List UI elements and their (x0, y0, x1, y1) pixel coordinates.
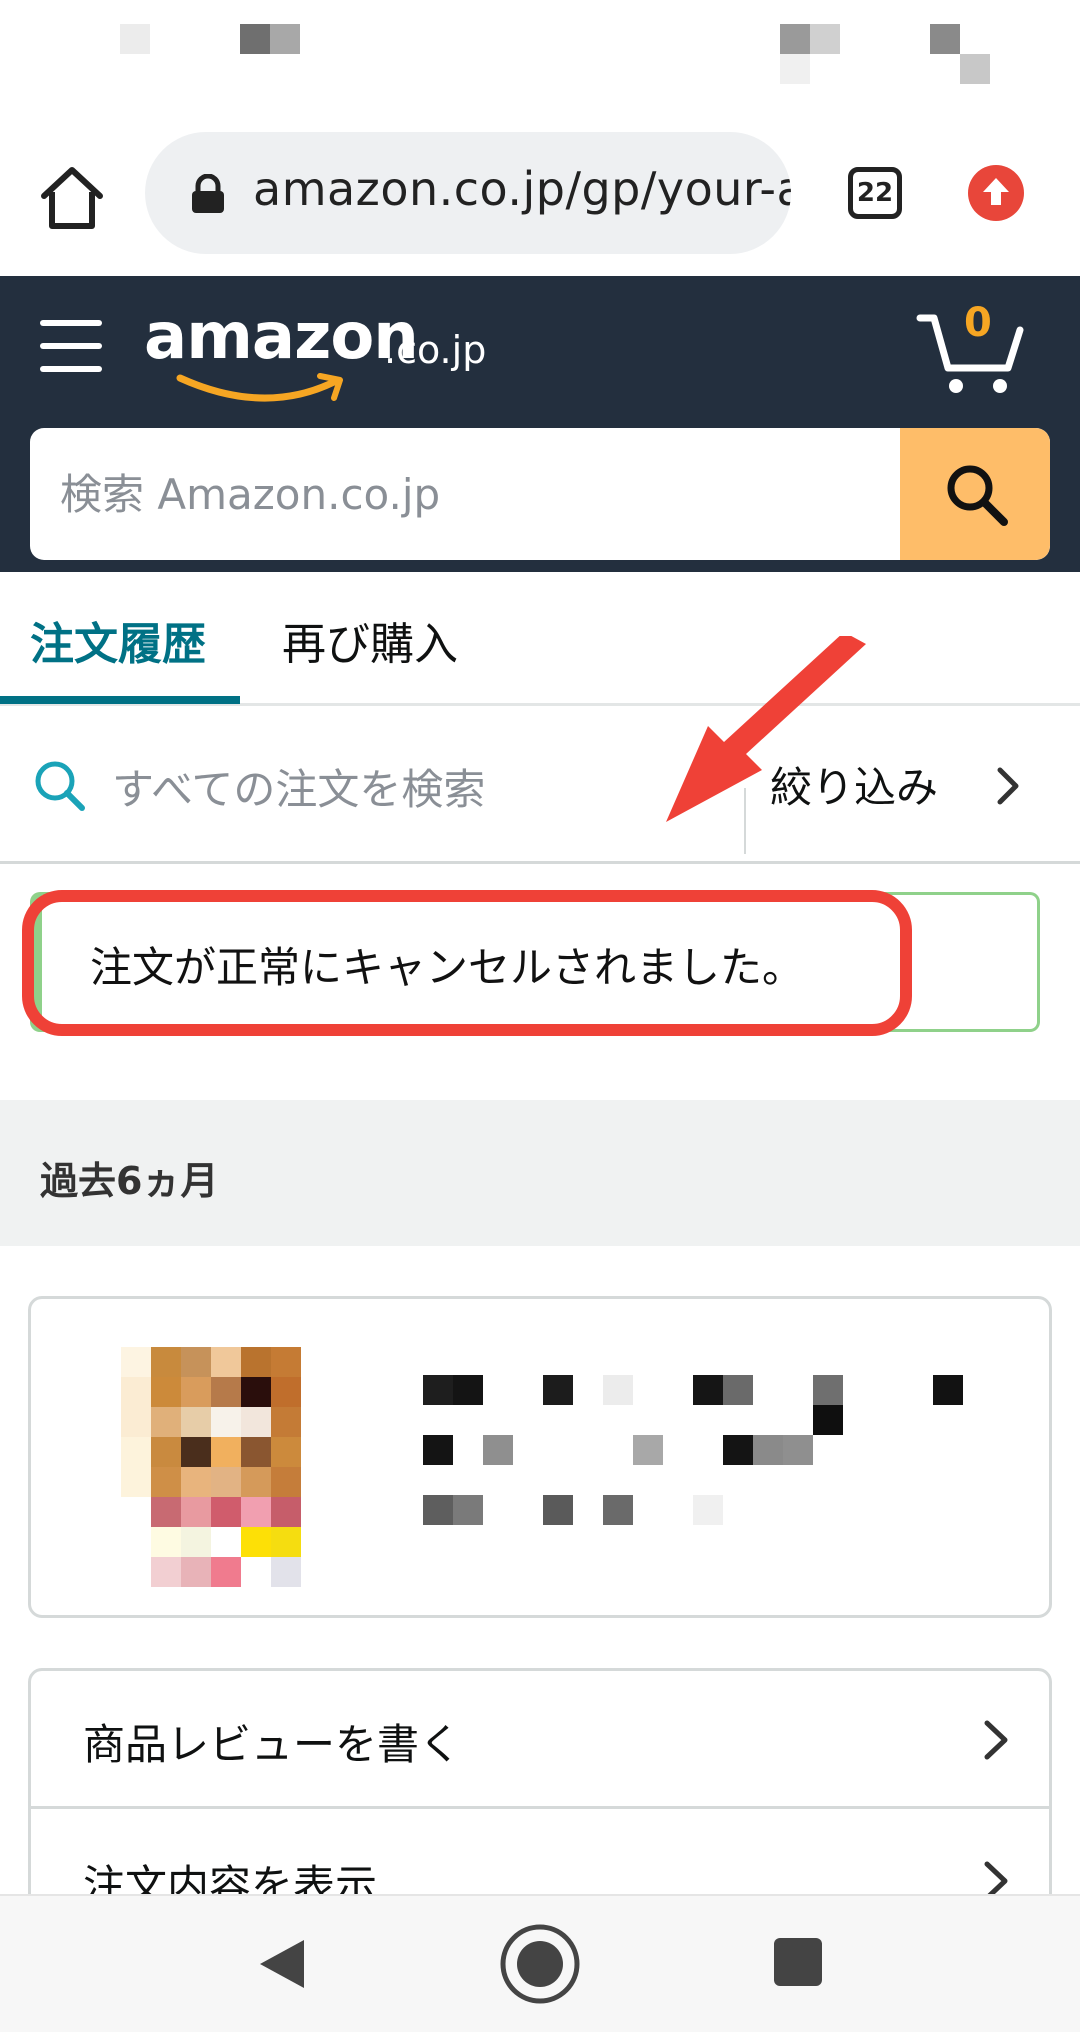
title-pixel (723, 1375, 753, 1405)
tab-order-history[interactable]: 注文履歴 (30, 608, 206, 672)
period-label: 過去6ヵ月 (40, 1159, 219, 1203)
annotation-arrow-icon (666, 636, 866, 822)
order-search-row: すべての注文を検索 絞り込み (0, 706, 1080, 864)
title-pixel (933, 1375, 963, 1405)
title-pixel (543, 1375, 573, 1405)
recent-apps-icon[interactable] (774, 1938, 822, 1986)
title-pixel (543, 1495, 573, 1525)
title-pixel (723, 1435, 753, 1465)
status-pixel (780, 54, 810, 84)
title-pixel (483, 1435, 513, 1465)
status-pixel (240, 24, 270, 54)
status-pixel (930, 24, 960, 54)
title-pixel (693, 1495, 723, 1525)
search-icon (947, 465, 1008, 526)
title-pixel (453, 1375, 483, 1405)
home-icon[interactable] (36, 162, 108, 234)
title-pixel (813, 1375, 843, 1405)
title-pixel (423, 1375, 453, 1405)
product-thumbnail[interactable] (121, 1347, 311, 1587)
tab-switcher-button[interactable]: 22 (848, 167, 902, 219)
tab-buy-again[interactable]: 再び購入 (282, 608, 458, 672)
address-bar[interactable]: amazon.co.jp/gp/your-a (145, 132, 791, 254)
search-button[interactable] (900, 428, 1050, 560)
order-card[interactable] (28, 1296, 1052, 1618)
search-icon (30, 756, 90, 816)
status-pixel (780, 24, 810, 54)
system-navigation-bar (0, 1894, 1080, 2032)
back-icon[interactable] (256, 1936, 308, 1992)
action-label: 商品レビューを書く (83, 1720, 462, 1769)
browser-toolbar: amazon.co.jp/gp/your-a 22 (0, 110, 1080, 276)
title-pixel (783, 1435, 813, 1465)
url-text[interactable]: amazon.co.jp/gp/your-a (253, 162, 791, 216)
chevron-right-icon (979, 1717, 1013, 1763)
logo-smile-icon (176, 373, 343, 402)
status-bar (0, 0, 1080, 110)
home-button-icon[interactable] (498, 1922, 582, 2006)
hamburger-menu-icon[interactable] (40, 318, 104, 374)
write-review-button[interactable]: 商品レビューを書く (31, 1671, 1049, 1809)
title-pixel (423, 1435, 453, 1465)
order-search-input[interactable]: すべての注文を検索 (112, 756, 485, 817)
status-pixel (810, 24, 840, 54)
period-header: 過去6ヵ月 (0, 1100, 1080, 1246)
search-input[interactable] (30, 428, 900, 560)
lock-icon (189, 173, 227, 214)
status-pixel (120, 24, 150, 54)
annotation-highlight-box (22, 890, 912, 1036)
title-pixel (693, 1375, 723, 1405)
status-pixel (270, 24, 300, 54)
chevron-right-icon[interactable] (990, 764, 1026, 808)
logo-domain: .co.jp (384, 328, 487, 372)
logo-wordmark: amazon (144, 300, 419, 374)
active-tab-indicator (0, 696, 240, 704)
cart-button[interactable]: 0 (916, 300, 1026, 396)
title-pixel (453, 1495, 483, 1525)
update-arrow-icon[interactable] (968, 165, 1024, 221)
title-pixel (813, 1405, 843, 1435)
amazon-logo[interactable]: amazon .co.jp (144, 300, 504, 402)
title-pixel (633, 1435, 663, 1465)
cart-count: 0 (964, 300, 992, 346)
order-tabs: 注文履歴 再び購入 (0, 572, 1080, 706)
title-pixel (603, 1495, 633, 1525)
status-pixel (960, 54, 990, 84)
title-pixel (603, 1375, 633, 1405)
title-pixel (423, 1495, 453, 1525)
amazon-header: amazon .co.jp 0 (0, 276, 1080, 572)
search-box (30, 428, 1050, 560)
title-pixel (753, 1435, 783, 1465)
